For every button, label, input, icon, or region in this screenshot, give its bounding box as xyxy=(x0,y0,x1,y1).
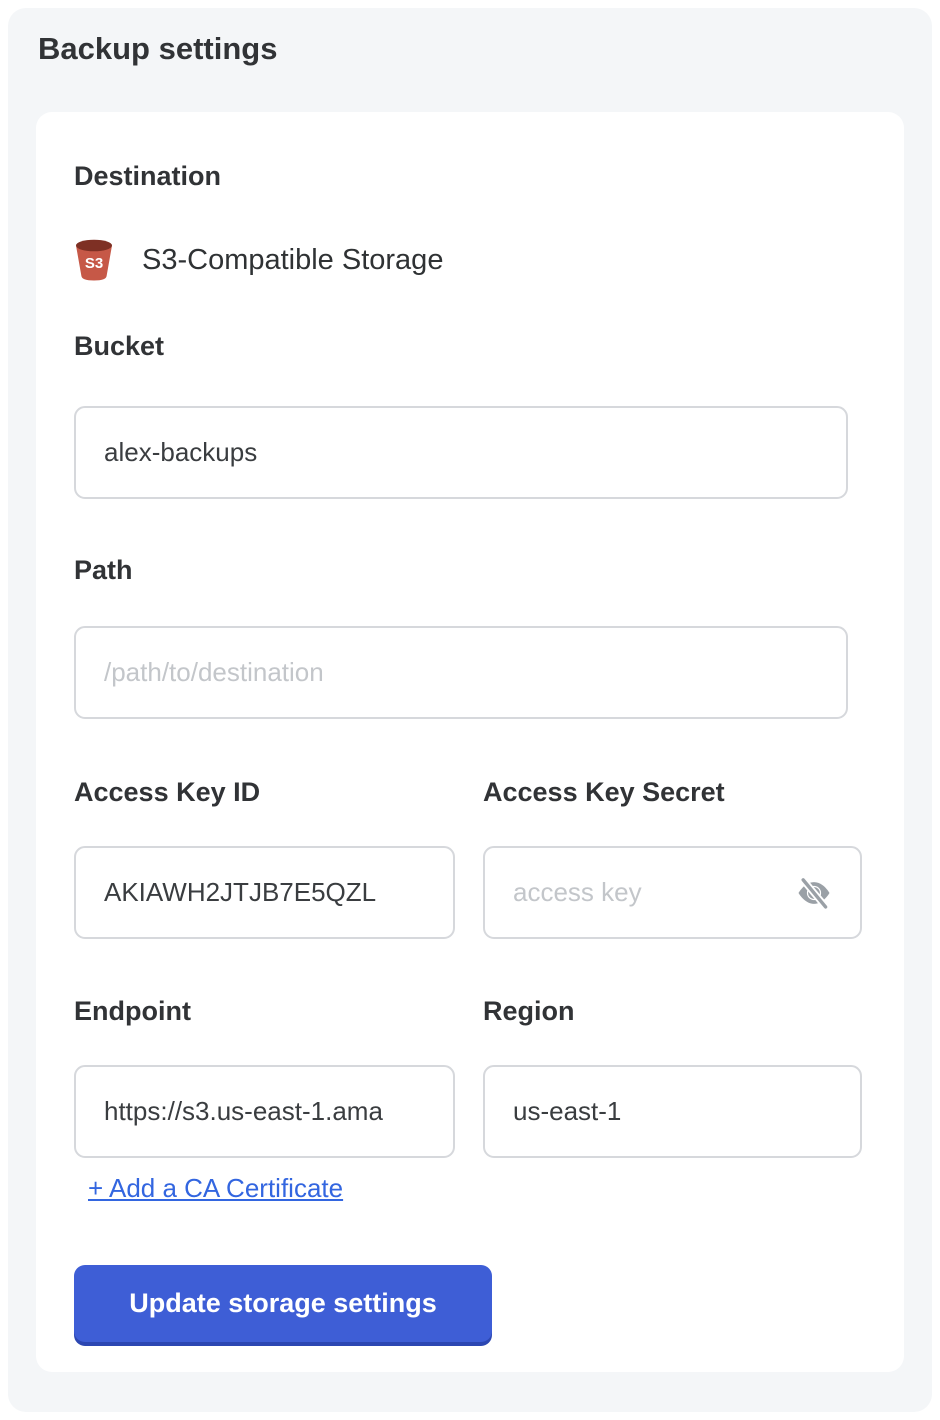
region-input[interactable] xyxy=(483,1065,862,1158)
destination-value: S3-Compatible Storage xyxy=(142,244,443,277)
eye-off-icon xyxy=(795,876,833,910)
destination-row: S3 S3-Compatible Storage xyxy=(74,236,443,284)
toggle-secret-visibility-button[interactable] xyxy=(790,872,838,914)
endpoint-label: Endpoint xyxy=(74,995,191,1027)
add-ca-certificate-link[interactable]: + Add a CA Certificate xyxy=(88,1172,343,1204)
s3-bucket-icon: S3 xyxy=(74,237,114,283)
destination-label: Destination xyxy=(74,160,221,192)
path-label: Path xyxy=(74,554,133,586)
region-label: Region xyxy=(483,995,575,1027)
update-storage-settings-button[interactable]: Update storage settings xyxy=(74,1265,492,1342)
storage-settings-card: Destination S3 S3-Compatible Storage Buc… xyxy=(36,112,904,1372)
access-key-id-input[interactable] xyxy=(74,846,455,939)
endpoint-input[interactable] xyxy=(74,1065,455,1158)
s3-icon-label: S3 xyxy=(85,255,103,272)
backup-settings-screen: Backup settings Destination S3 S3-Compat… xyxy=(0,0,940,1420)
bucket-label: Bucket xyxy=(74,330,164,362)
page-title: Backup settings xyxy=(38,30,277,68)
bucket-input[interactable] xyxy=(74,406,848,499)
access-key-secret-label: Access Key Secret xyxy=(483,776,725,808)
access-key-id-label: Access Key ID xyxy=(74,776,260,808)
path-input[interactable] xyxy=(74,626,848,719)
backup-settings-panel: Backup settings Destination S3 S3-Compat… xyxy=(8,8,932,1412)
